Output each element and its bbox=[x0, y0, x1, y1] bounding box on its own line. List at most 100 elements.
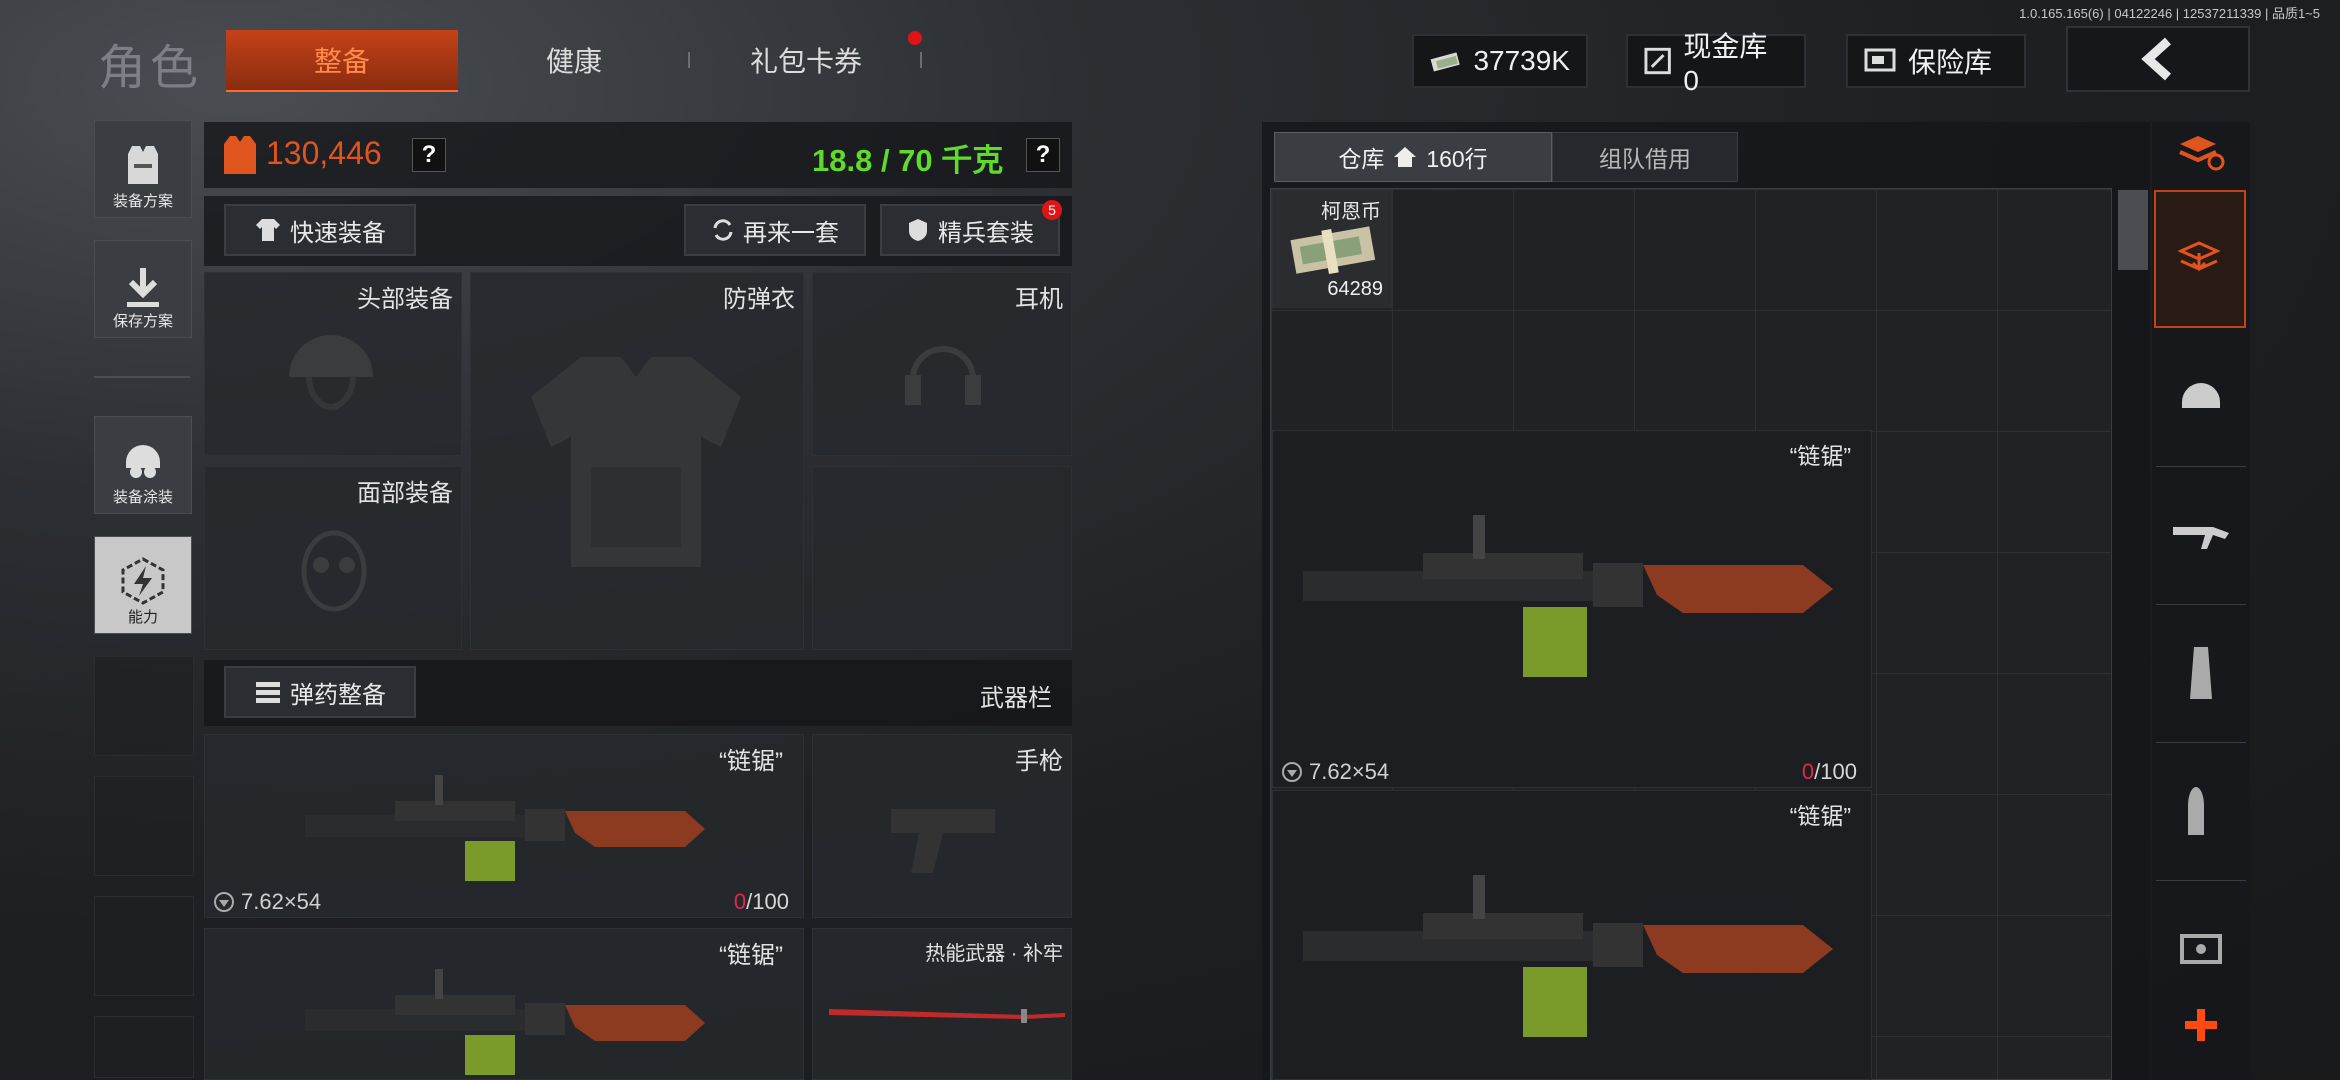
quick-equip-label: 快速装备 bbox=[290, 219, 386, 247]
loadout-weight: 18.8 / 70 千克 bbox=[812, 143, 1004, 178]
empty-equipment-slot bbox=[812, 466, 1072, 650]
ammo-max: /100 bbox=[1814, 759, 1857, 784]
weight-help-button[interactable]: ? bbox=[1026, 138, 1060, 172]
warehouse-rows: 160行 bbox=[1426, 146, 1488, 172]
headset-slot[interactable]: 耳机 bbox=[812, 272, 1072, 456]
melee-slot[interactable]: 热能武器 · 补牢 bbox=[812, 928, 1072, 1080]
currency-amount: 64289 bbox=[1327, 278, 1383, 300]
caliber-icon bbox=[1282, 762, 1302, 782]
vest-icon bbox=[128, 146, 158, 184]
page-title: 角色 bbox=[98, 42, 203, 95]
tab-warehouse[interactable]: 仓库 160行 bbox=[1274, 132, 1552, 182]
safe-icon bbox=[1864, 48, 1896, 72]
weapon-name: “链锯” bbox=[719, 748, 783, 775]
ammo-current: 0 bbox=[1801, 759, 1815, 784]
elite-badge: 5 bbox=[1042, 200, 1062, 220]
armor-value-icon bbox=[224, 136, 256, 174]
tab-gift-cards[interactable]: 礼包卡券 bbox=[690, 30, 922, 90]
filter-all[interactable] bbox=[2154, 190, 2246, 328]
layers-refresh-icon bbox=[2179, 136, 2225, 171]
lightning-icon bbox=[121, 557, 165, 605]
storage-item-ammo: 0/100 bbox=[1802, 759, 1857, 785]
caliber-icon bbox=[214, 892, 234, 912]
shield-icon bbox=[909, 219, 927, 241]
download-icon bbox=[127, 268, 159, 307]
cash-amount: 37739K bbox=[1473, 45, 1570, 76]
headset-slot-label: 耳机 bbox=[1015, 286, 1063, 313]
head-slot[interactable]: 头部装备 bbox=[204, 272, 462, 456]
ammo-icon bbox=[256, 682, 280, 703]
magazine-icon bbox=[2190, 647, 2212, 699]
cash-vault-button[interactable]: 现金库 0 bbox=[1626, 31, 1806, 96]
armor-slot[interactable]: 防弹衣 bbox=[470, 272, 804, 650]
currency-item[interactable]: 柯恩币 64289 bbox=[1272, 190, 1392, 308]
cash-icon bbox=[1430, 52, 1460, 72]
sidebar-label: 保存方案 bbox=[112, 313, 173, 330]
katana-icon bbox=[829, 1009, 1065, 1023]
face-slot[interactable]: 面部装备 bbox=[204, 466, 462, 650]
head-slot-label: 头部装备 bbox=[357, 286, 453, 313]
plus-icon bbox=[2185, 1009, 2217, 1041]
sidebar-abilities[interactable]: 能力 bbox=[94, 536, 192, 634]
tab-health[interactable]: 健康 bbox=[458, 30, 690, 90]
refresh-icon bbox=[713, 219, 733, 241]
storage-item-caliber: 7.62×54 bbox=[1309, 759, 1390, 784]
ammo-equip-label: 弹药整备 bbox=[290, 681, 386, 709]
elite-set-button[interactable]: 精兵套装 bbox=[880, 204, 1060, 256]
sidebar-skins[interactable]: 装备涂装 bbox=[94, 416, 192, 514]
cash-vault-label: 现金库 0 bbox=[1683, 31, 1768, 96]
safe-label: 保险库 bbox=[1908, 47, 1993, 78]
ammo-equip-button[interactable]: 弹药整备 bbox=[224, 666, 416, 718]
storage-weapon-item[interactable]: “链锯” 7.62×54 0/100 bbox=[1272, 430, 1872, 788]
value-help-button[interactable]: ? bbox=[412, 138, 446, 172]
machine-gun-icon bbox=[1303, 515, 1833, 677]
sidebar-divider bbox=[94, 376, 190, 378]
primary-weapon-slot[interactable]: “链锯” 7.62×54 0/100 bbox=[204, 734, 804, 918]
sidebar-label: 装备方案 bbox=[112, 193, 173, 210]
bullet-icon bbox=[2188, 787, 2204, 835]
helmet-icon bbox=[2182, 383, 2220, 408]
gas-mask-icon bbox=[301, 530, 367, 612]
weapon-name: “链锯” bbox=[719, 942, 783, 969]
melee-slot-label: 热能武器 · 补牢 bbox=[925, 943, 1063, 965]
retry-button[interactable]: 再来一套 bbox=[684, 204, 866, 256]
back-arrow-icon bbox=[2141, 37, 2172, 81]
secondary-weapon-slot[interactable]: “链锯” bbox=[204, 928, 804, 1080]
sidebar-save-plan[interactable]: 保存方案 bbox=[94, 240, 192, 338]
tab-team-borrow[interactable]: 组队借用 bbox=[1552, 132, 1738, 182]
sidebar-label: 能力 bbox=[127, 609, 158, 626]
sidebar-loadout-plans[interactable]: 装备方案 bbox=[94, 120, 192, 218]
warehouse-label: 仓库 bbox=[1338, 146, 1385, 172]
storage-weapon-item[interactable]: “链锯” bbox=[1272, 790, 1872, 1080]
filter-ammo[interactable] bbox=[2156, 742, 2246, 881]
storage-item-name: “链锯” bbox=[1789, 803, 1851, 829]
add-filter-button[interactable] bbox=[2156, 990, 2246, 1060]
cash-display: 37739K bbox=[1412, 34, 1588, 88]
filter-magazine[interactable] bbox=[2156, 604, 2246, 743]
sidebar-empty-slot bbox=[94, 656, 194, 756]
safe-button[interactable]: 保险库 bbox=[1846, 34, 2026, 88]
shirt-icon bbox=[256, 219, 280, 241]
filter-rifle[interactable] bbox=[2156, 466, 2246, 605]
quick-equip-button[interactable]: 快速装备 bbox=[224, 204, 416, 256]
headphones-icon bbox=[905, 346, 981, 405]
back-button[interactable] bbox=[2066, 26, 2250, 92]
weapon-ammo: 0/100 bbox=[734, 889, 789, 915]
filter-helmet[interactable] bbox=[2156, 328, 2246, 467]
storage-scrollbar[interactable] bbox=[2118, 190, 2148, 270]
ammo-current: 0 bbox=[733, 889, 747, 914]
sidebar-label: 装备涂装 bbox=[112, 489, 173, 506]
pistol-slot[interactable]: 手枪 bbox=[812, 734, 1072, 918]
retry-label: 再来一套 bbox=[743, 219, 839, 247]
face-slot-label: 面部装备 bbox=[357, 480, 453, 507]
sort-refresh-button[interactable] bbox=[2176, 130, 2226, 179]
ammo-max: /100 bbox=[746, 889, 789, 914]
pistol-icon bbox=[891, 809, 995, 873]
tab-loadout[interactable]: 整备 bbox=[226, 30, 458, 92]
tab-divider bbox=[920, 52, 922, 68]
loadout-value: 130,446 bbox=[266, 135, 382, 171]
pistol-slot-label: 手枪 bbox=[1015, 748, 1063, 775]
elite-set-label: 精兵套装 bbox=[938, 219, 1034, 247]
storage-item-name: “链锯” bbox=[1789, 443, 1851, 469]
sidebar-empty-slot bbox=[94, 776, 194, 876]
